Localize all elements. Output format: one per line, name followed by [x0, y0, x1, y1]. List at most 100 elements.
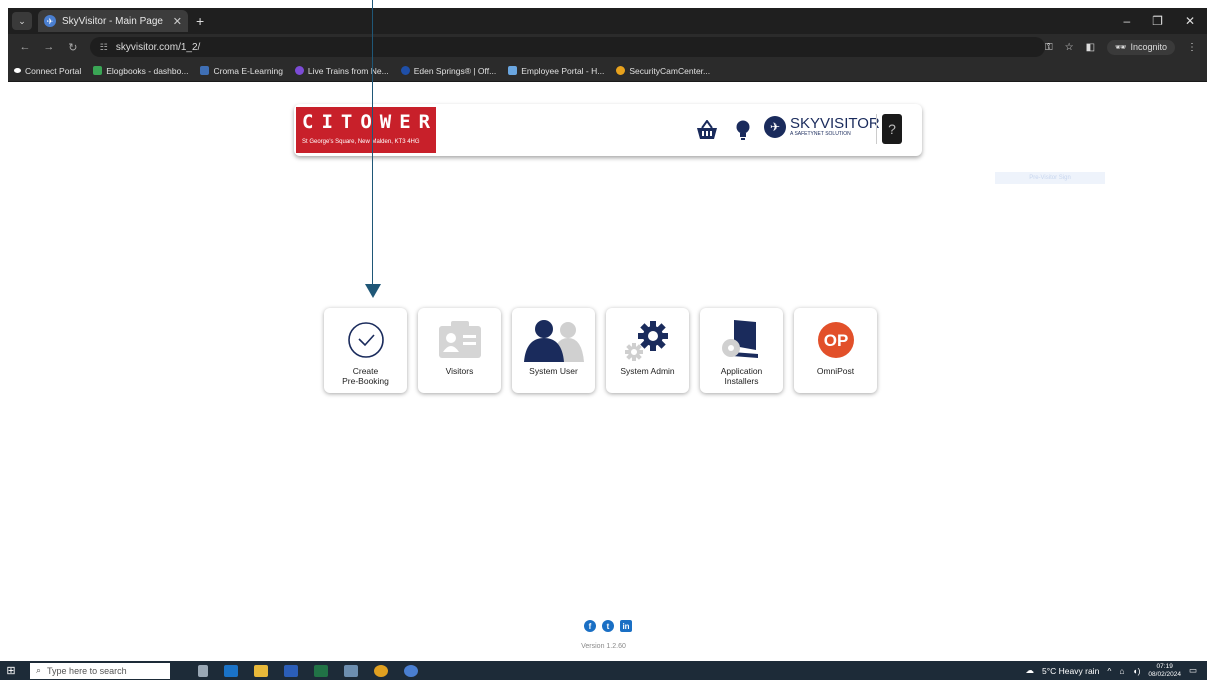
incognito-icon: 🕶 — [1115, 41, 1127, 52]
bookmark-icon — [400, 66, 410, 75]
new-tab-button[interactable]: + — [196, 13, 204, 29]
svg-text:OP: OP — [823, 331, 848, 350]
system-user-tile[interactable]: System User — [512, 308, 595, 393]
windows-start-icon[interactable]: ⊞ — [0, 661, 22, 680]
tray-chevron-icon[interactable]: ^ — [1107, 666, 1111, 676]
bookmark-icon — [14, 68, 21, 73]
screen: { "browser": { "tab_title": "SkyVisitor … — [0, 0, 1207, 680]
back-icon[interactable]: ← — [18, 41, 32, 53]
annotation-arrow-line — [372, 0, 374, 285]
search-placeholder: Type here to search — [47, 665, 127, 676]
citower-logo: CITOWER St George's Square, New Malden, … — [296, 107, 436, 153]
create-pre-booking-tile[interactable]: Create Pre-Booking — [324, 308, 407, 393]
incognito-badge[interactable]: 🕶 Incognito — [1107, 39, 1175, 55]
taskbar-apps — [198, 664, 418, 677]
url-text: skyvisitor.com/1_2/ — [115, 41, 201, 53]
close-window-icon[interactable]: ✕ — [1185, 14, 1195, 28]
outlook-icon[interactable] — [224, 664, 238, 677]
header-divider — [876, 114, 877, 144]
user-avatar[interactable]: ? — [882, 114, 902, 144]
bookmark-item[interactable]: Elogbooks - dashbo... — [93, 66, 188, 76]
system-tray: ☁ 5°C Heavy rain ^ ⌂ ◖) 07:19 08/02/2024… — [1026, 663, 1207, 679]
users-icon — [522, 318, 586, 362]
linkedin-icon[interactable]: in — [620, 620, 632, 632]
tile-label: OmniPost — [816, 366, 855, 376]
skyvisitor-favicon: ✈ — [44, 15, 56, 27]
brand-address: St George's Square, New Malden, KT3 4HG — [302, 139, 420, 145]
social-links: f t in — [584, 620, 632, 632]
reload-icon[interactable]: ↻ — [66, 41, 80, 54]
taskbar-search[interactable]: ⌕ Type here to search — [30, 662, 170, 679]
bookmark-icon — [294, 66, 304, 75]
taskview-icon[interactable] — [198, 664, 208, 677]
minimize-icon[interactable]: – — [1123, 14, 1130, 28]
bookmark-icon — [200, 66, 210, 75]
visitors-tile[interactable]: Visitors — [418, 308, 501, 393]
tile-label: Create Pre-Booking — [342, 366, 389, 386]
twitter-icon[interactable]: t — [602, 620, 614, 632]
clock-time: 07:19 — [1156, 662, 1173, 670]
incognito-label: Incognito — [1130, 42, 1167, 52]
bookmark-item[interactable]: SecurityCamCenter... — [616, 66, 710, 76]
lightbulb-icon[interactable] — [736, 120, 750, 148]
tile-label: Visitors — [445, 366, 474, 376]
network-icon[interactable]: ⌂ — [1119, 666, 1124, 676]
id-card-icon — [437, 318, 483, 362]
restore-icon[interactable]: ❐ — [1152, 14, 1163, 28]
tile-label: System Admin — [620, 366, 675, 376]
browser-tab[interactable]: ✈ SkyVisitor - Main Page ✕ — [38, 10, 188, 32]
bookmark-icon — [616, 66, 626, 75]
excel-icon[interactable] — [314, 664, 328, 677]
bookmark-item[interactable]: Eden Springs® | Off... — [400, 66, 496, 76]
browser-menu-icon[interactable]: ⋮ — [1187, 42, 1197, 53]
bookmarks-bar: Connect Portal Elogbooks - dashbo... Cro… — [8, 60, 1207, 82]
weather-icon[interactable]: ☁ — [1026, 665, 1035, 676]
weather-text[interactable]: 5°C Heavy rain — [1042, 666, 1099, 676]
bookmark-item[interactable]: Croma E-Learning — [200, 66, 283, 76]
skyvisitor-logo: ✈ SKYVISITOR A SAFETYNET SOLUTION — [764, 116, 880, 138]
address-toolbar: ← → ↻ ☷ skyvisitor.com/1_2/ ⚿ ☆ ◧ 🕶 Inco… — [8, 34, 1207, 60]
app-header: CITOWER St George's Square, New Malden, … — [294, 104, 922, 156]
bookmark-star-icon[interactable]: ☆ — [1065, 42, 1074, 53]
side-panel-icon[interactable]: ◧ — [1086, 42, 1095, 53]
chrome-icon[interactable] — [374, 664, 388, 677]
tab-search-button[interactable]: ⌄ — [12, 12, 32, 30]
installer-icon — [720, 318, 764, 362]
clock-check-icon — [346, 318, 386, 362]
faint-label: Pre-Visitor Sign — [995, 172, 1105, 184]
volume-icon[interactable]: ◖) — [1132, 666, 1140, 676]
application-installers-tile[interactable]: Application Installers — [700, 308, 783, 393]
tab-title: SkyVisitor - Main Page — [62, 15, 163, 27]
bookmark-icon — [93, 66, 103, 75]
clock-date: 08/02/2024 — [1148, 670, 1181, 678]
bookmark-item[interactable]: Live Trains from Ne... — [294, 66, 389, 76]
omnipost-tile[interactable]: OP OmniPost — [794, 308, 877, 393]
word-icon[interactable] — [284, 664, 298, 677]
basket-icon[interactable] — [696, 119, 718, 146]
notifications-icon[interactable]: ▭ — [1189, 665, 1197, 676]
pen-app-icon[interactable] — [344, 664, 358, 677]
bookmark-icon — [508, 66, 518, 75]
bookmark-item[interactable]: Connect Portal — [14, 66, 81, 76]
file-explorer-icon[interactable] — [254, 664, 268, 677]
password-icon[interactable]: ⚿ — [1045, 42, 1053, 53]
taskbar-clock[interactable]: 07:19 08/02/2024 — [1148, 663, 1181, 679]
tile-label: System User — [529, 366, 578, 376]
skyvisitor-app-icon[interactable] — [404, 664, 418, 677]
tile-label: Application Installers — [720, 366, 763, 386]
annotation-arrow-head — [365, 284, 381, 298]
op-logo: OP — [816, 318, 856, 362]
sky-title: SKYVISITOR — [790, 115, 880, 132]
window-controls: – ❐ ✕ — [1123, 14, 1207, 28]
search-icon: ⌕ — [36, 665, 42, 675]
system-admin-tile[interactable]: System Admin — [606, 308, 689, 393]
site-info-icon[interactable]: ☷ — [100, 42, 108, 53]
gears-icon — [622, 318, 674, 362]
tab-close-icon[interactable]: ✕ — [173, 15, 182, 28]
url-field[interactable]: ☷ skyvisitor.com/1_2/ — [89, 37, 1045, 57]
skyvisitor-emblem-icon: ✈ — [764, 116, 786, 138]
facebook-icon[interactable]: f — [584, 620, 596, 632]
browser-tab-strip: ⌄ ✈ SkyVisitor - Main Page ✕ + – ❐ ✕ — [8, 8, 1207, 34]
forward-icon[interactable]: → — [42, 41, 56, 53]
bookmark-item[interactable]: Employee Portal - H... — [508, 66, 604, 76]
